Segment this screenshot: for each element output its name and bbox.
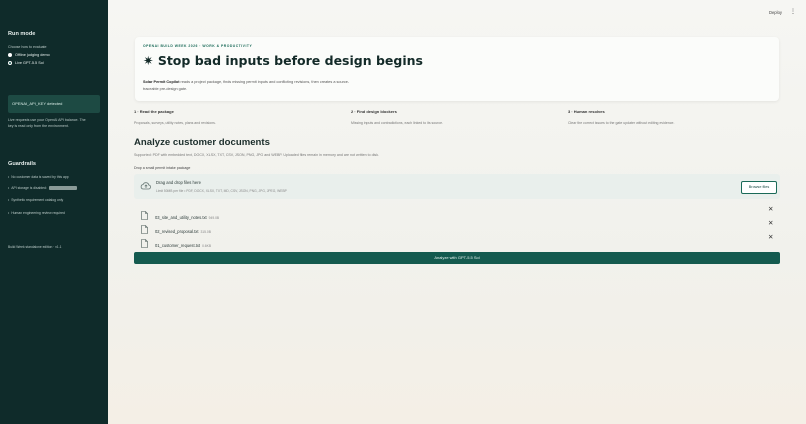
file-dropzone[interactable]: Drag and drop files here Limit 50MB per … (134, 174, 780, 199)
radio-live[interactable]: Live GPT-5.5 Sol (8, 61, 44, 65)
hero-title: ✷ Stop bad inputs before design begins (143, 53, 423, 68)
dropzone-limit: Limit 50MB per file • PDF, DOCX, XLSX, T… (156, 189, 287, 193)
section-title: Analyze customer documents (134, 137, 270, 148)
radio-label: Offline judging demo (15, 53, 50, 57)
guardrail-item: • No customer data is saved by this app (8, 175, 69, 179)
radio-label: Live GPT-5.5 Sol (15, 61, 44, 65)
file-icon (141, 238, 148, 248)
remove-file-icon[interactable]: ✕ (768, 233, 773, 241)
sidebar-footer: Build Week standalone edition · v1.1 (8, 245, 62, 249)
redacted-pill (48, 186, 77, 190)
step-2: 2 · Find design blockers Missing inputs a… (351, 109, 444, 125)
dropzone-label: Drop a small permit intake package (134, 166, 191, 170)
key-status-box: OPENAI_API_KEY detected (8, 95, 100, 113)
hero-kicker: OPENAI BUILD WEEK 2026 · WORK & PRODUCTI… (143, 44, 253, 48)
analyze-button[interactable]: Analyze with GPT-5.5 Sol (134, 252, 780, 264)
brand-name: Solar Permit Copilot (143, 80, 180, 84)
step-3: 3 · Human resolves Clear the correct issu… (568, 109, 675, 125)
deploy-button[interactable]: Deploy (769, 10, 782, 15)
supported-formats: Supported: PDF with embedded text, DOCX,… (134, 153, 380, 157)
guardrails-title: Guardrails (8, 161, 36, 167)
browse-files-button[interactable]: Browse files (741, 181, 777, 194)
hero-card: OPENAI BUILD WEEK 2026 · WORK & PRODUCTI… (135, 37, 779, 101)
file-name: 01_customer_request.txt (155, 243, 201, 248)
hero-description: Solar Permit Copilot reads a project pac… (143, 80, 350, 91)
file-size: 0.6KB (202, 244, 212, 248)
radio-selected-icon (8, 61, 12, 65)
guardrail-item: • API storage is disabled: (8, 186, 77, 190)
remove-file-icon[interactable]: ✕ (768, 205, 773, 213)
step-1: 1 · Read the package Proposals, surveys, … (134, 109, 216, 125)
run-mode-title: Run mode (8, 31, 36, 37)
radio-offline[interactable]: Offline judging demo (8, 53, 50, 57)
sidebar: Run mode Choose how to evaluate Offline … (0, 0, 108, 424)
choose-label: Choose how to evaluate (8, 45, 47, 49)
file-icon (141, 210, 148, 220)
key-note-2: key is read only from the environment. (8, 124, 69, 128)
remove-file-icon[interactable]: ✕ (768, 219, 773, 227)
file-icon (141, 224, 148, 234)
guardrail-item: • Synthetic requirement catalog only (8, 198, 64, 202)
cloud-upload-icon (140, 182, 151, 190)
more-menu-icon[interactable]: ⋮ (790, 8, 796, 15)
dropzone-title: Drag and drop files here (156, 180, 201, 185)
key-status-text: OPENAI_API_KEY detected (12, 101, 63, 106)
guardrail-item: • Human engineering review required (8, 211, 65, 215)
key-note-1: Live requests use your OpenAI API balanc… (8, 118, 86, 122)
radio-circle-icon (8, 53, 12, 57)
file-item: 01_customer_request.txt 0.6KB (141, 234, 211, 252)
